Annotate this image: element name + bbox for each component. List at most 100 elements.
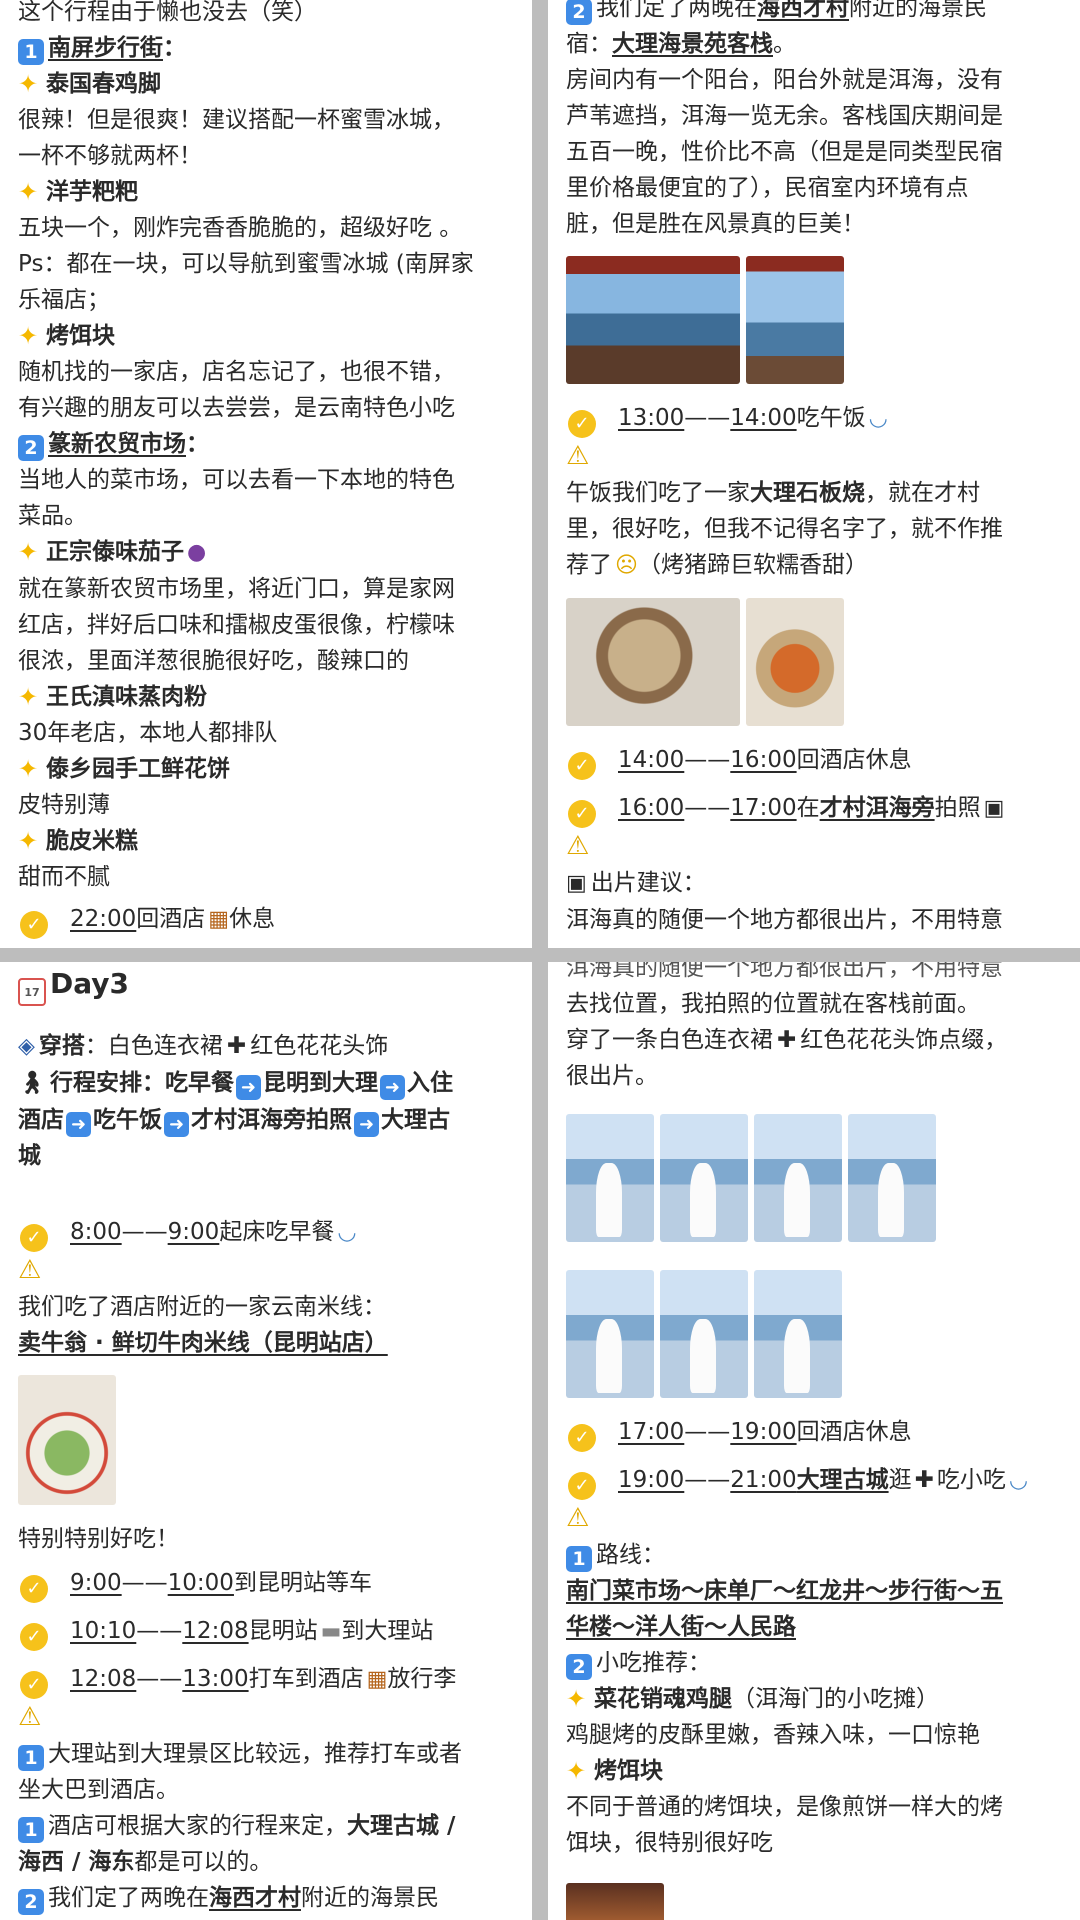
right-arrow-icon: ➜ — [66, 1112, 91, 1137]
photo-snack[interactable] — [566, 1883, 664, 1920]
text-span: 午饭我们吃了一家 — [566, 480, 750, 506]
check-circle-icon: ✓ — [20, 1671, 48, 1699]
photo-row — [566, 1270, 1062, 1398]
photo-lakeside-6[interactable] — [660, 1270, 748, 1398]
text-line: 2 我们定了两晚在海西才村附近的海景民 — [566, 0, 1062, 26]
photo-balcony-person[interactable] — [746, 256, 844, 384]
text-line: 脏，但是胜在风景真的巨美！ — [566, 211, 865, 237]
photo-stone-grill[interactable] — [566, 598, 740, 726]
schedule-item: ✓ 12:08——13:00打车到酒店 ▦放行李 — [18, 1661, 514, 1699]
text-span: 红色花花头饰点缀， — [800, 1027, 1008, 1053]
text-span: 穿了一条白色连衣裙 — [566, 1027, 773, 1053]
schedule-text: 回酒店休息 — [796, 1419, 912, 1445]
schedule-time: 13:00 — [618, 405, 685, 431]
text-line: 午饭我们吃了一家大理石板烧，就在才村 — [566, 475, 1062, 511]
panel-top-left: 这个行程由于懒也没去（笑） 1 南屏步行街： ✦ 泰国春鸡脚 很辣！但是很爽！建议搭… — [0, 0, 532, 948]
schedule-time: 14:00 — [730, 405, 797, 431]
outfit-text: ：白色连衣裙 — [84, 1033, 223, 1059]
check-circle-icon: ✓ — [568, 410, 596, 438]
section-title: 篆新农贸市场 — [48, 431, 186, 457]
warning-line: ⚠ — [566, 1500, 1062, 1537]
plan-step: 吃早餐 — [164, 1070, 234, 1096]
photo-lakeside-5[interactable] — [566, 1270, 654, 1398]
check-circle-icon: ✓ — [20, 1224, 48, 1252]
schedule-text: 回酒店休息 — [796, 747, 912, 773]
place-link: 才村洱海旁 — [819, 795, 935, 821]
star-icon: ✦ — [18, 538, 39, 566]
walking-person-icon: 🚶︎ — [18, 1071, 46, 1096]
schedule-time: 10:10 — [70, 1618, 137, 1644]
outfit-line: ◈ 穿搭：白色连衣裙 ✚ 红色花花头饰 — [18, 1028, 514, 1065]
photo-row — [566, 1883, 1062, 1920]
text-line: 五百一晚，性价比不高（但是是同类型民宿 — [566, 139, 1003, 165]
text-line: 海西 / 海东都是可以的。 — [18, 1844, 514, 1880]
plan-step: 昆明到大理 — [262, 1070, 378, 1096]
plan-line: 酒店 ➜ 吃午饭 ➜ 才村洱海旁拍照 ➜ 大理古 — [18, 1102, 514, 1138]
text-span: 我们定了两晚在 — [596, 0, 757, 21]
photo-balcony-view[interactable] — [566, 256, 740, 384]
food-name: ✦ 正宗傣味茄子 ● — [18, 534, 514, 571]
colon: ： — [163, 35, 186, 61]
dash: —— — [121, 1219, 168, 1245]
food-name: ✦ 烤饵块 — [18, 318, 514, 354]
schedule-item: ✓ 14:00——16:00回酒店休息 — [566, 742, 1062, 780]
text-span: 都是可以的。 — [134, 1849, 273, 1875]
text-line: 随机找的一家店，店名忘记了，也很不错， — [18, 359, 455, 385]
outfit-label: 穿搭 — [38, 1033, 85, 1059]
schedule-time: 10:00 — [167, 1570, 234, 1596]
schedule-time: 12:08 — [70, 1666, 137, 1692]
photo-row — [566, 598, 1062, 726]
dash: —— — [136, 1666, 183, 1692]
photo-row — [18, 1375, 514, 1505]
check-circle-icon: ✓ — [20, 1575, 48, 1603]
schedule-text: 吃午饭 — [796, 405, 866, 431]
schedule-time: 17:00 — [730, 795, 797, 821]
check-circle-icon: ✓ — [20, 1623, 48, 1651]
camera-icon: ▣ — [566, 871, 587, 896]
photo-lakeside-7[interactable] — [754, 1270, 842, 1398]
dash: —— — [121, 1570, 168, 1596]
photo-lakeside-1[interactable] — [566, 1114, 654, 1242]
photo-rice-noodles[interactable] — [18, 1375, 116, 1505]
schedule-text: 在 — [796, 795, 820, 821]
text-line: 房间内有一个阳台，阳台外就是洱海，没有 — [566, 67, 1003, 93]
star-icon: ✦ — [18, 178, 39, 206]
photo-lakeside-4[interactable] — [848, 1114, 936, 1242]
dash: —— — [684, 1419, 731, 1445]
text-span: 宿： — [566, 31, 612, 57]
text-line: 一杯不够就两杯！ — [18, 143, 202, 169]
text-line: 特别特别好吃！ — [18, 1526, 179, 1552]
warning-line: ⚠ — [566, 438, 1062, 475]
warning-icon: ⚠ — [18, 1702, 42, 1732]
number-badge: 2 — [18, 1889, 44, 1915]
text-line: 里，很好吃，但我不记得名字了，就不作推 — [566, 516, 1003, 542]
tip-title: 出片建议： — [590, 870, 706, 896]
right-arrow-icon: ➜ — [379, 1075, 405, 1100]
text-span: 酒店可根据大家的行程来定， — [48, 1813, 347, 1839]
schedule-time: 21:00 — [730, 1467, 797, 1493]
photo-lakeside-3[interactable] — [754, 1114, 842, 1242]
text-line: 五块一个，刚炸完香香脆脆的，超级好吃 。 — [18, 215, 463, 241]
photo-lakeside-2[interactable] — [660, 1114, 748, 1242]
tip-heading: ▣ 出片建议： — [566, 865, 1062, 902]
text-span: ，就在才村 — [865, 480, 980, 506]
right-arrow-icon: ➜ — [164, 1112, 189, 1137]
schedule-text: 逛 — [888, 1467, 912, 1493]
text-line: 乐福店； — [18, 287, 110, 313]
photo-row — [566, 256, 1062, 384]
schedule-time: 14:00 — [618, 747, 685, 773]
schedule-item: ✓ 19:00——21:00大理古城逛 ✚ 吃小吃 ◡ — [566, 1462, 1062, 1500]
food-name-text: 烤饵块 — [46, 323, 115, 349]
text-line: 2 我们定了两晚在海西才村附近的海景民 — [18, 1880, 514, 1916]
text-line: 宿：大理海景苑客栈。 — [566, 26, 1062, 62]
text-span: 附近的海景民 — [849, 0, 987, 21]
camera-icon: ▣ — [983, 796, 1005, 821]
photo-grilled-dish[interactable] — [746, 598, 844, 726]
eggplant-icon: ● — [187, 540, 207, 565]
warning-icon: ⚠ — [566, 831, 590, 861]
food-name: ✦ 傣乡园手工鲜花饼 — [18, 751, 514, 787]
star-icon: ✦ — [18, 322, 39, 350]
schedule-time: 8:00 — [70, 1219, 122, 1245]
plan-line: 🚶︎ 行程安排：吃早餐 ➜ 昆明到大理 ➜ 入住 — [18, 1065, 514, 1102]
text-line: 当地人的菜市场，可以去看一下本地的特色 — [18, 467, 455, 493]
